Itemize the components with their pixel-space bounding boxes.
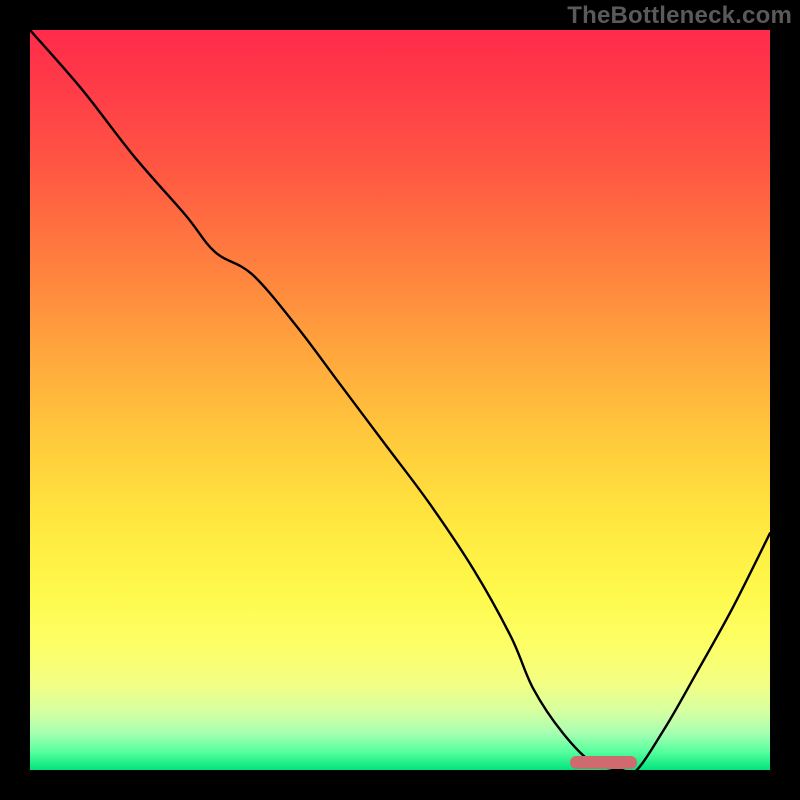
chart-frame: TheBottleneck.com <box>0 0 800 800</box>
background-gradient <box>30 30 770 770</box>
plot-area <box>30 30 770 770</box>
watermark-text: TheBottleneck.com <box>567 2 792 30</box>
